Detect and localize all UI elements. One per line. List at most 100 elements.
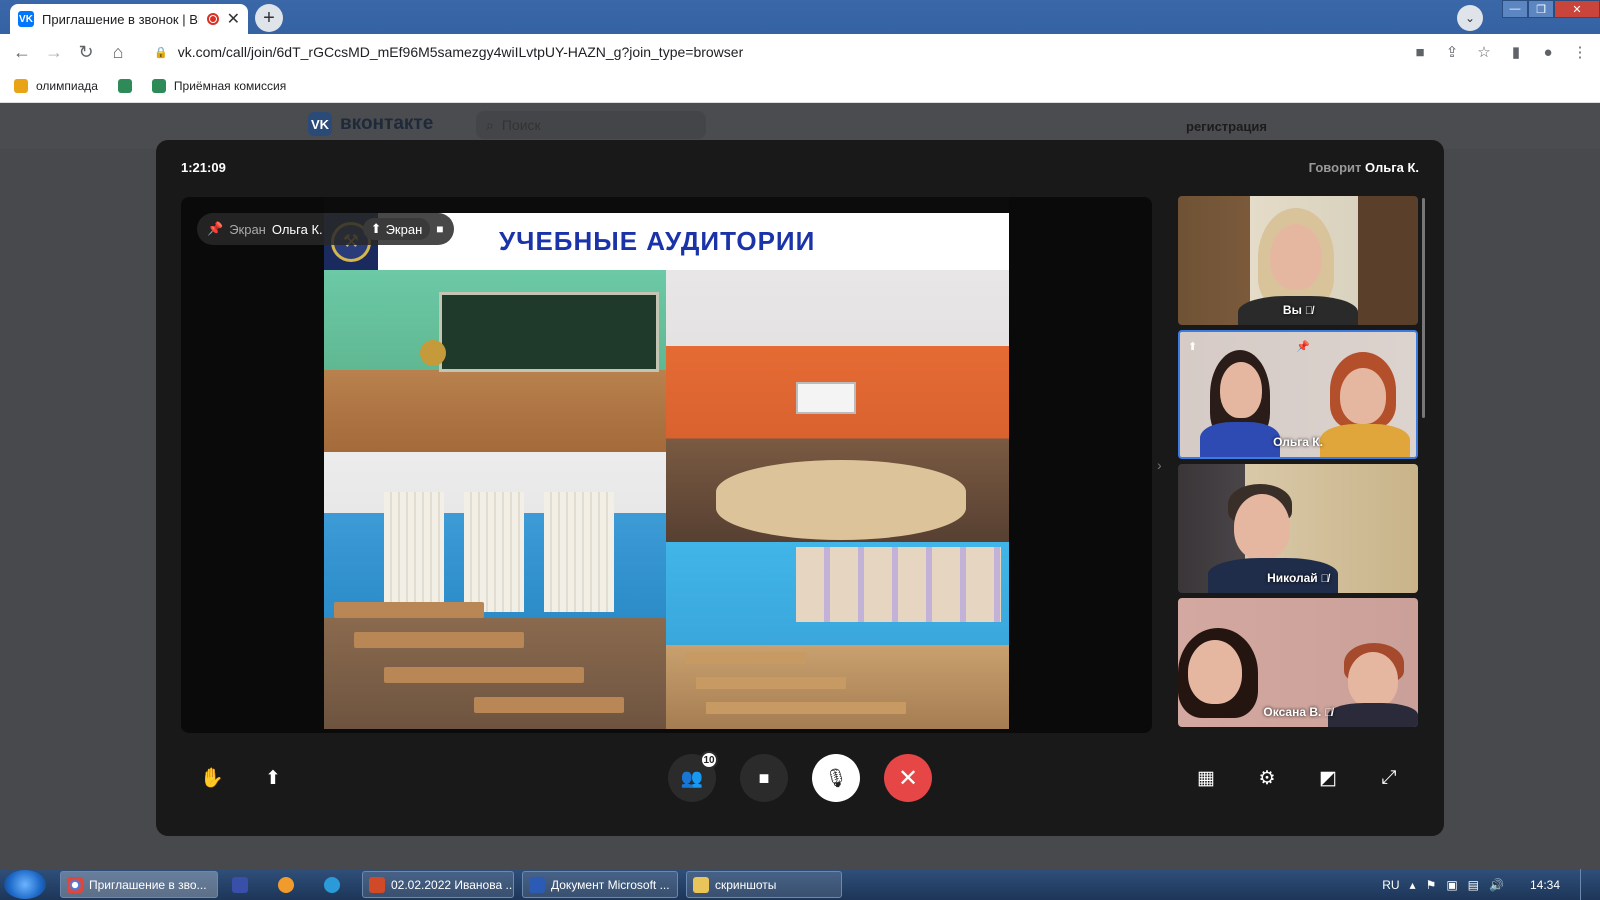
participant-tile[interactable]: Николай 🎙̸ bbox=[1178, 464, 1418, 593]
tab-title: Приглашение в звонок | ВК bbox=[42, 11, 199, 27]
clock[interactable]: 14:34 bbox=[1530, 878, 1560, 892]
camera-icon[interactable]: ■ bbox=[436, 222, 443, 236]
vk-search-input[interactable]: ⌕ Поиск bbox=[476, 111, 706, 139]
side-panel-icon[interactable]: ▮ bbox=[1504, 38, 1528, 66]
screen-toggle[interactable]: ⬆ Экран bbox=[362, 218, 431, 240]
page-content: VK вконтакте ⌕ Поиск регистрация 1:21:09… bbox=[0, 103, 1600, 869]
participant-tile[interactable]: Оксана В. 🎙̸ bbox=[1178, 598, 1418, 727]
fullscreen-button[interactable]: ⤢ bbox=[1365, 754, 1413, 802]
close-tab-icon[interactable]: ✕ bbox=[227, 9, 240, 29]
system-tray: RU ▴ ⚑ ▣ ▤ 🔊 14:34 bbox=[1382, 869, 1600, 900]
pin-icon[interactable]: 📌 bbox=[207, 221, 223, 237]
window-controls: — ❐ ✕ bbox=[1502, 0, 1600, 18]
screen-share-pill[interactable]: 📌 Экран Ольга К. ⬆ Экран ■ bbox=[197, 213, 454, 245]
participants-icon: 👥 bbox=[680, 767, 704, 788]
end-call-button[interactable]: ✕ bbox=[884, 754, 932, 802]
edge-icon bbox=[324, 876, 340, 893]
profile-icon[interactable]: ● bbox=[1536, 38, 1560, 66]
bookmarks-bar: олимпиада Приёмная комиссия bbox=[0, 70, 1600, 103]
layout-icon: ◩ bbox=[1319, 767, 1337, 789]
participants-list: Вы 🎙̸ ⬆ 📌 Ольга К. Николай 🎙̸ Оксана В. … bbox=[1178, 196, 1418, 732]
browser-tab-active[interactable]: VK Приглашение в звонок | ВК ✕ bbox=[10, 4, 248, 34]
taskbar-app[interactable] bbox=[318, 871, 354, 898]
new-tab-button[interactable]: + bbox=[255, 4, 283, 32]
fullscreen-icon: ⤢ bbox=[1381, 767, 1397, 788]
recording-icon bbox=[206, 13, 219, 25]
camera-permission-icon[interactable]: ■ bbox=[1408, 38, 1432, 66]
call-window: 1:21:09 Говорит Ольга К. 📌 Экран Ольга К… bbox=[156, 140, 1444, 836]
device-icon[interactable]: ▣ bbox=[1446, 878, 1457, 892]
flag-icon[interactable]: ⚑ bbox=[1426, 878, 1437, 892]
forward-icon[interactable]: → bbox=[38, 42, 70, 63]
participants-scrollbar[interactable] bbox=[1422, 198, 1425, 418]
layout-button[interactable]: ◩ bbox=[1304, 754, 1352, 802]
menu-icon[interactable]: ⋮ bbox=[1568, 38, 1592, 66]
bookmark-admission[interactable]: Приёмная комиссия bbox=[151, 79, 286, 93]
share-screen-button[interactable]: ⬆ bbox=[249, 754, 297, 802]
star-icon[interactable]: ☆ bbox=[1472, 38, 1496, 66]
back-icon[interactable]: ← bbox=[6, 42, 38, 63]
bookmark-olympiad[interactable]: олимпиада bbox=[14, 79, 98, 93]
show-hidden-icons-icon[interactable]: ▴ bbox=[1410, 878, 1416, 892]
register-link[interactable]: регистрация bbox=[1186, 119, 1267, 134]
end-call-icon: ✕ bbox=[897, 764, 919, 792]
taskbar-chrome[interactable]: Приглашение в зво... bbox=[60, 871, 218, 898]
camera-icon: ■ bbox=[758, 767, 770, 788]
vk-logo[interactable]: VK вконтакте bbox=[308, 112, 433, 136]
windows-taskbar: Приглашение в зво... 02.02.2022 Иванова … bbox=[0, 869, 1600, 900]
url-text: vk.com/call/join/6dT_rGCcsMD_mEf96M5same… bbox=[177, 44, 744, 60]
participants-count-badge: 10 bbox=[700, 751, 718, 769]
language-indicator[interactable]: RU bbox=[1382, 878, 1399, 892]
slide-title: УЧЕБНЫЕ АУДИТОРИИ bbox=[499, 226, 816, 256]
search-icon: ⌕ bbox=[486, 116, 494, 133]
taskbar-folder[interactable]: скриншоты bbox=[686, 871, 842, 898]
raise-hand-button[interactable]: ✋ bbox=[188, 754, 236, 802]
restore-button[interactable]: ❐ bbox=[1528, 0, 1554, 18]
participants-button[interactable]: 👥 10 bbox=[668, 751, 718, 802]
reload-icon[interactable]: ↻ bbox=[70, 42, 102, 63]
grid-view-button[interactable]: ▦ bbox=[1182, 754, 1230, 802]
mic-off-icon: 🎙 bbox=[824, 767, 848, 788]
chevron-right-icon[interactable]: › bbox=[1157, 457, 1162, 473]
pin-icon: 📌 bbox=[1296, 341, 1310, 353]
participant-tile[interactable]: Вы 🎙̸ bbox=[1178, 196, 1418, 325]
speaking-indicator: Говорит Ольга К. bbox=[1308, 160, 1419, 175]
minimize-button[interactable]: — bbox=[1502, 0, 1528, 18]
taskbar-app[interactable] bbox=[226, 871, 262, 898]
tab-search-button[interactable]: ⌄ bbox=[1457, 5, 1483, 31]
grid-icon: ▦ bbox=[1197, 767, 1215, 789]
upload-icon: ⬆ bbox=[1188, 341, 1198, 353]
network-icon[interactable]: ▤ bbox=[1468, 878, 1479, 892]
media-player-icon bbox=[278, 876, 294, 893]
mute-button[interactable]: 🎙 bbox=[812, 754, 860, 802]
home-icon[interactable]: ⌂ bbox=[102, 42, 134, 63]
show-desktop-button[interactable] bbox=[1580, 869, 1590, 900]
settings-icon: ⚙ bbox=[1258, 767, 1276, 789]
vk-icon: VK bbox=[308, 112, 332, 136]
camera-button[interactable]: ■ bbox=[740, 754, 788, 802]
shield-icon bbox=[117, 79, 132, 93]
participant-tile[interactable]: ⬆ 📌 Ольга К. bbox=[1178, 330, 1418, 459]
close-window-button[interactable]: ✕ bbox=[1554, 0, 1600, 18]
address-bar[interactable]: 🔒 vk.com/call/join/6dT_rGCcsMD_mEf96M5sa… bbox=[140, 37, 1380, 67]
powerpoint-icon bbox=[369, 876, 385, 893]
screen-share-stage[interactable]: 📌 Экран Ольга К. ⬆ Экран ■ ⚒ УЧЕБНЫЕ АУД… bbox=[181, 197, 1152, 733]
taskbar-app[interactable] bbox=[272, 871, 308, 898]
taskbar-powerpoint[interactable]: 02.02.2022 Иванова ... bbox=[362, 871, 514, 898]
mic-off-icon: 🎙̸ bbox=[1320, 573, 1329, 585]
vk-icon: VK bbox=[18, 11, 34, 27]
call-timer: 1:21:09 bbox=[181, 160, 226, 175]
folder-icon bbox=[693, 876, 709, 893]
upload-icon: ⬆ bbox=[370, 221, 382, 236]
browser-toolbar: ← → ↻ ⌂ 🔒 vk.com/call/join/6dT_rGCcsMD_m… bbox=[0, 34, 1600, 70]
volume-icon[interactable]: 🔊 bbox=[1489, 878, 1504, 892]
shield-icon bbox=[151, 79, 166, 93]
share-icon[interactable]: ⇪ bbox=[1440, 38, 1464, 66]
lock-icon: 🔒 bbox=[154, 46, 168, 59]
start-button[interactable] bbox=[4, 870, 46, 899]
bookmark-shield[interactable] bbox=[117, 79, 132, 93]
classroom-photo-2 bbox=[666, 270, 1009, 542]
settings-button[interactable]: ⚙ bbox=[1243, 754, 1291, 802]
floppy-icon bbox=[232, 876, 248, 893]
taskbar-word[interactable]: Документ Microsoft ... bbox=[522, 871, 678, 898]
